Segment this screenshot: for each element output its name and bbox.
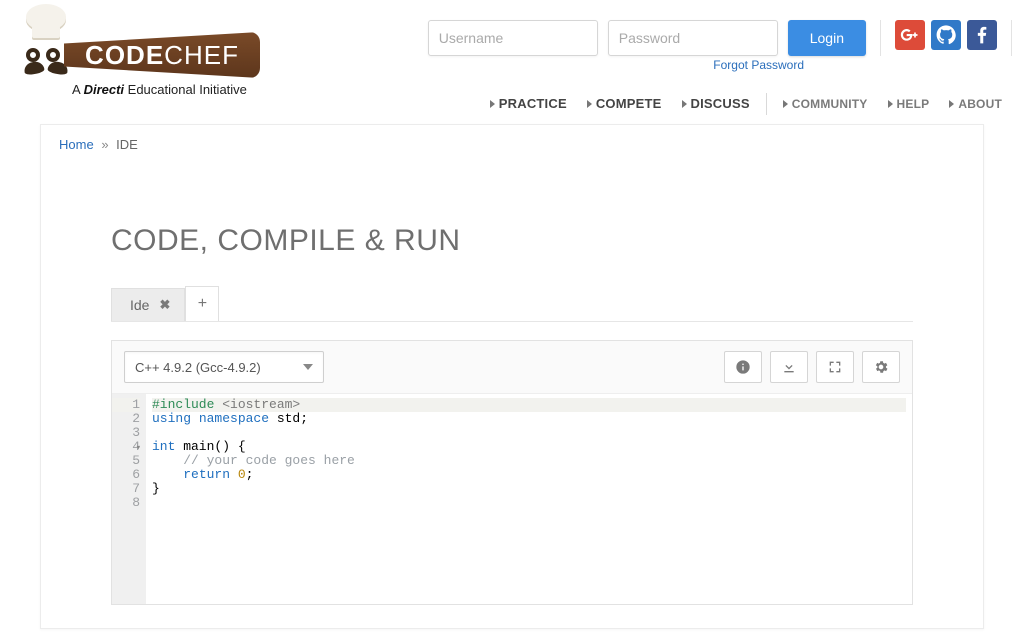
- github-icon[interactable]: [931, 20, 961, 50]
- chef-hat-icon: [22, 4, 70, 44]
- triangle-icon: [949, 100, 954, 108]
- nav-compete[interactable]: COMPETE: [577, 92, 672, 115]
- nav-practice[interactable]: PRACTICE: [480, 92, 577, 115]
- brand-code: CODE: [85, 40, 164, 70]
- facebook-icon[interactable]: [967, 20, 997, 50]
- page-title: CODE, COMPILE & RUN: [111, 224, 913, 258]
- gutter: 1 2 3 4▾ 5 6 7 8: [112, 394, 146, 604]
- triangle-icon: [888, 100, 893, 108]
- triangle-icon: [682, 100, 687, 108]
- brand-pennant: CODECHEF: [64, 32, 260, 78]
- code-editor[interactable]: 1 2 3 4▾ 5 6 7 8 #include <iostream> usi…: [112, 394, 912, 604]
- code-area[interactable]: #include <iostream> using namespace std;…: [146, 394, 912, 604]
- forgot-password-link[interactable]: Forgot Password: [713, 58, 804, 72]
- line-number: 1: [112, 398, 140, 412]
- brand-chef: CHEF: [164, 40, 239, 70]
- nav-discuss[interactable]: DISCUSS: [672, 92, 760, 115]
- tagline: A Directi Educational Initiative: [72, 82, 247, 97]
- info-icon: [735, 359, 751, 375]
- triangle-icon: [587, 100, 592, 108]
- download-button[interactable]: [770, 351, 808, 383]
- breadcrumb: Home » IDE: [41, 125, 983, 164]
- social-logins: [895, 20, 997, 50]
- divider: [880, 20, 881, 56]
- line-number: 6: [112, 468, 140, 482]
- download-icon: [781, 359, 797, 375]
- nav-help[interactable]: HELP: [878, 93, 940, 115]
- language-select[interactable]: C++ 4.9.2 (Gcc-4.9.2): [124, 351, 324, 383]
- line-number: 7: [112, 482, 140, 496]
- breadcrumb-sep: »: [101, 137, 108, 152]
- triangle-icon: [783, 100, 788, 108]
- triangle-icon: [490, 100, 495, 108]
- nav-community[interactable]: COMMUNITY: [773, 93, 878, 115]
- line-number: 2: [112, 412, 140, 426]
- chef-face-icon: [22, 44, 70, 74]
- logo[interactable]: CODECHEF A Directi Educational Initiativ…: [10, 6, 255, 91]
- editor-tabs: Ide ✖ +: [111, 286, 913, 322]
- language-selected: C++ 4.9.2 (Gcc-4.9.2): [135, 360, 261, 375]
- ide-panel: C++ 4.9.2 (Gcc-4.9.2) 1 2 3 4▾: [111, 340, 913, 605]
- divider: [766, 93, 767, 115]
- password-input[interactable]: [608, 20, 778, 56]
- login-button[interactable]: Login: [788, 20, 866, 56]
- divider: [1011, 20, 1012, 56]
- close-icon[interactable]: ✖: [159, 297, 170, 313]
- page-canvas: Home » IDE CODE, COMPILE & RUN Ide ✖ + C…: [40, 124, 984, 629]
- tab-ide[interactable]: Ide ✖: [111, 288, 185, 321]
- caret-down-icon: [303, 364, 313, 370]
- line-number: 5: [112, 454, 140, 468]
- line-number: 8: [112, 496, 140, 510]
- google-plus-icon[interactable]: [895, 20, 925, 50]
- tab-label: Ide: [130, 297, 149, 313]
- fullscreen-button[interactable]: [816, 351, 854, 383]
- breadcrumb-home[interactable]: Home: [59, 137, 94, 152]
- expand-icon: [827, 359, 843, 375]
- username-input[interactable]: [428, 20, 598, 56]
- add-tab-button[interactable]: +: [185, 286, 219, 321]
- gear-icon: [873, 359, 889, 375]
- nav-about[interactable]: ABOUT: [939, 93, 1012, 115]
- main-nav: PRACTICE COMPETE DISCUSS COMMUNITY HELP …: [480, 92, 1012, 115]
- info-button[interactable]: [724, 351, 762, 383]
- line-number: 3: [112, 426, 140, 440]
- ide-toolbar: C++ 4.9.2 (Gcc-4.9.2): [112, 341, 912, 394]
- line-number: 4▾: [112, 440, 140, 454]
- login-bar: Login: [428, 20, 1016, 56]
- breadcrumb-current: IDE: [116, 137, 138, 152]
- header: CODECHEF A Directi Educational Initiativ…: [0, 0, 1024, 118]
- settings-button[interactable]: [862, 351, 900, 383]
